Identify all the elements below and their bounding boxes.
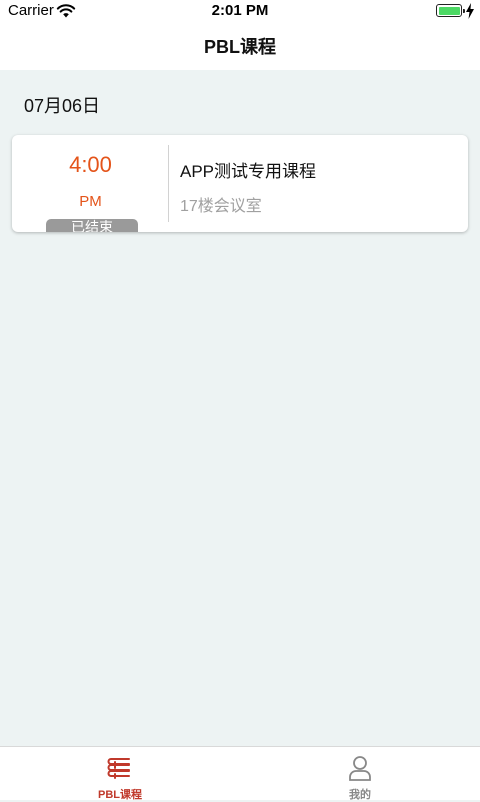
tab-mine[interactable]: 我的 [240,747,480,801]
charging-bolt-icon [466,3,474,19]
status-badge: 已结束 [46,219,138,232]
course-ampm: PM [79,193,102,210]
page-title: PBL课程 [204,37,276,57]
status-bar: Carrier 2:01 PM [0,0,480,22]
status-time: 2:01 PM [211,2,269,19]
card-divider [168,145,169,222]
battery-fill [438,6,460,15]
battery-icon [436,4,465,17]
course-card[interactable]: 4:00 PM 已结束 APP测试专用课程 17楼会议室 [12,135,468,232]
tab-bar: PBL课程 我的 [0,746,480,801]
books-icon [107,758,130,779]
tab-pbl-courses[interactable]: PBL课程 [0,747,240,801]
nav-bar: PBL课程 [0,22,480,70]
person-icon [349,756,371,781]
date-header: 07月06日 [24,96,101,116]
course-location: 17楼会议室 [180,198,262,215]
course-title: APP测试专用课程 [180,162,317,181]
course-time: 4:00 [69,152,112,177]
